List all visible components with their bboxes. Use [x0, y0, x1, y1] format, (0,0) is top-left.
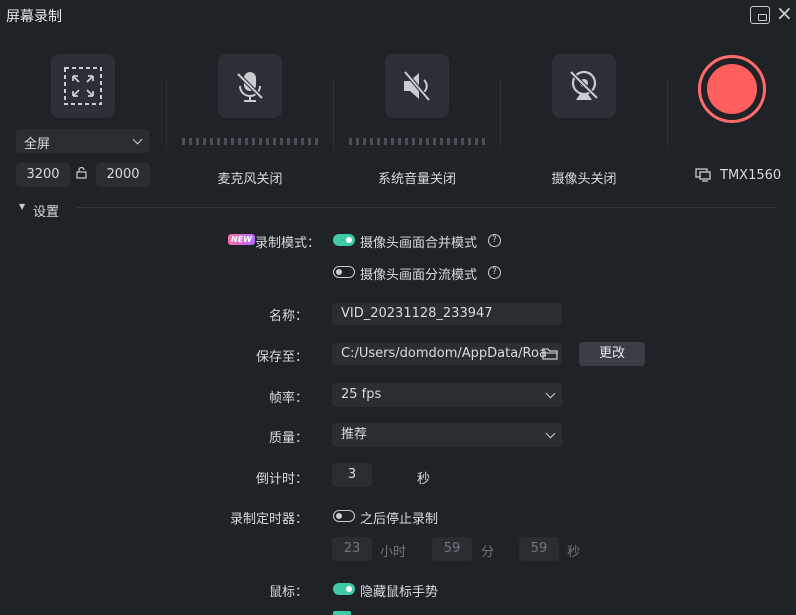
record-button[interactable]	[698, 55, 766, 123]
fps-value: 25 fps	[341, 387, 382, 402]
microphone-button[interactable]	[218, 54, 282, 118]
partial-toggle[interactable]	[333, 611, 351, 615]
chevron-down-icon	[132, 134, 143, 145]
settings-divider	[76, 207, 776, 208]
timer-minutes-input[interactable]: 59	[432, 537, 472, 561]
divider	[667, 80, 668, 150]
help-icon[interactable]: ?	[488, 234, 501, 247]
timer-minutes-unit: 分	[481, 545, 495, 560]
picture-in-picture-icon[interactable]	[750, 6, 770, 24]
aspect-lock-icon[interactable]	[76, 166, 87, 179]
merge-mode-toggle[interactable]	[333, 234, 355, 246]
record-icon	[707, 64, 757, 114]
hide-cursor-toggle[interactable]	[333, 583, 355, 595]
system-audio-level-meter	[349, 138, 485, 145]
mic-label: 麦克风关闭	[217, 172, 283, 187]
mic-level-meter	[182, 138, 318, 145]
divider	[166, 80, 167, 150]
quality-select[interactable]: 推荐	[332, 423, 562, 447]
chevron-down-icon	[545, 428, 556, 439]
camera-button[interactable]	[552, 54, 616, 118]
capture-area-value: 全屏	[24, 137, 51, 152]
quality-value: 推荐	[341, 427, 368, 442]
countdown-input[interactable]: 3	[332, 463, 372, 487]
capture-area-select[interactable]: 全屏	[16, 129, 149, 153]
system-audio-button[interactable]	[385, 54, 449, 118]
save-path-label: 保存至：	[255, 350, 308, 365]
fps-select[interactable]: 25 fps	[332, 383, 562, 407]
hide-cursor-label: 隐藏鼠标手势	[360, 585, 439, 600]
help-icon[interactable]: ?	[488, 266, 501, 279]
timer-seconds-unit: 秒	[567, 545, 581, 560]
speaker-off-icon	[403, 70, 431, 102]
fullscreen-icon	[64, 67, 102, 105]
name-input[interactable]: VID_20231128_233947	[332, 303, 562, 325]
countdown-unit: 秒	[417, 472, 431, 487]
microphone-off-icon	[236, 72, 264, 102]
timer-hours-input[interactable]: 23	[332, 537, 372, 561]
quality-label: 质量：	[268, 431, 308, 446]
timer-label: 录制定时器：	[229, 512, 308, 527]
timer-hours-unit: 小时	[380, 545, 407, 560]
height-input[interactable]: 2000	[96, 163, 150, 187]
fps-label: 帧率：	[268, 391, 308, 406]
merge-mode-label: 摄像头画面合并模式	[360, 236, 478, 251]
split-mode-label: 摄像头画面分流模式	[360, 268, 478, 283]
split-mode-toggle[interactable]	[333, 266, 355, 278]
divider	[500, 80, 501, 150]
record-mode-label: 录制模式：	[255, 236, 321, 251]
camera-label: 摄像头关闭	[551, 172, 617, 187]
timer-option-label: 之后停止录制	[360, 512, 439, 527]
chevron-down-icon	[545, 388, 556, 399]
folder-icon[interactable]	[542, 347, 558, 364]
close-button[interactable]: ×	[776, 1, 793, 25]
width-input[interactable]: 3200	[16, 163, 70, 187]
mouse-label: 鼠标：	[268, 585, 308, 600]
monitor-icon[interactable]	[695, 168, 711, 186]
monitor-label[interactable]: TMX1560	[720, 168, 781, 183]
countdown-label: 倒计时：	[255, 472, 308, 487]
capture-area-button[interactable]	[51, 54, 115, 118]
name-label: 名称：	[268, 309, 308, 324]
timer-seconds-input[interactable]: 59	[519, 537, 559, 561]
new-badge: NEW	[228, 234, 255, 245]
save-path-input[interactable]: C:/Users/domdom/AppData/Roa	[332, 343, 562, 365]
webcam-off-icon	[569, 70, 599, 100]
divider	[333, 80, 334, 150]
settings-section-title[interactable]: 设置	[33, 201, 59, 220]
system-audio-label: 系统音量关闭	[377, 172, 456, 187]
change-path-button[interactable]: 更改	[579, 342, 645, 366]
collapse-triangle-icon[interactable]: ▼	[19, 202, 25, 211]
window-title: 屏幕录制	[6, 9, 62, 25]
timer-toggle[interactable]	[333, 510, 355, 522]
